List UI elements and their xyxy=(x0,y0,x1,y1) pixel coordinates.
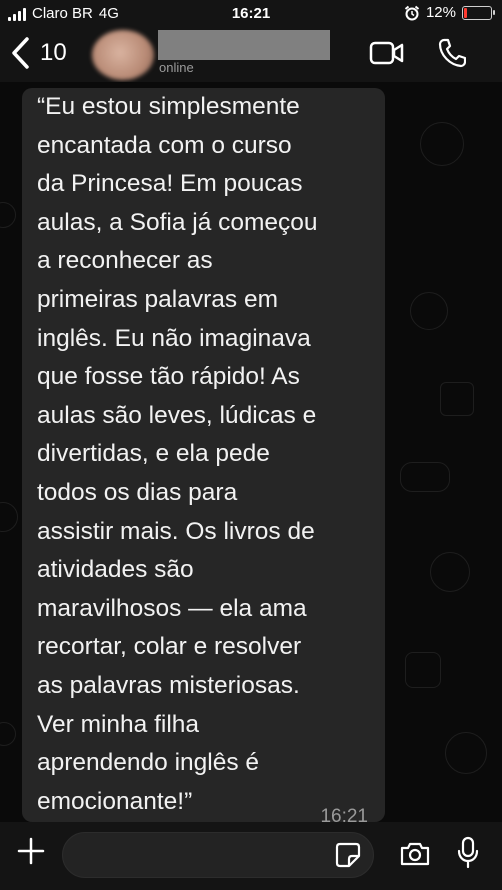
wallpaper-doodle xyxy=(0,202,16,228)
sticker-button[interactable] xyxy=(335,842,361,873)
camera-button[interactable] xyxy=(399,841,431,872)
contact-status: online xyxy=(159,60,194,75)
video-camera-icon xyxy=(369,41,404,65)
wallpaper-doodle xyxy=(440,382,474,416)
phone-icon xyxy=(438,38,467,68)
status-bar: Claro BR 4G 16:21 12% xyxy=(0,0,502,28)
unread-count: 10 xyxy=(40,39,67,66)
attach-button[interactable] xyxy=(16,836,46,871)
alarm-icon xyxy=(404,5,420,20)
sticker-icon xyxy=(335,842,361,868)
message-time: 16:21 xyxy=(320,806,368,822)
camera-icon xyxy=(400,842,430,866)
microphone-icon xyxy=(457,836,479,869)
status-right: 12% xyxy=(404,4,495,21)
voice-call-button[interactable] xyxy=(438,38,467,73)
back-button[interactable]: 10 xyxy=(10,36,67,70)
contact-name[interactable] xyxy=(158,30,330,60)
battery-percent: 12% xyxy=(425,4,456,21)
avatar[interactable] xyxy=(92,30,154,80)
wallpaper-doodle xyxy=(445,732,487,774)
chat-area[interactable]: “Eu estou simplesmente encantada com o c… xyxy=(0,82,502,822)
wallpaper-doodle xyxy=(420,122,464,166)
wallpaper-doodle xyxy=(405,652,441,688)
wallpaper-doodle xyxy=(0,722,16,746)
message-input[interactable] xyxy=(62,832,374,878)
input-bar xyxy=(0,822,502,890)
video-call-button[interactable] xyxy=(369,40,405,71)
wallpaper-doodle xyxy=(0,502,18,532)
message-text: “Eu estou simplesmente encantada com o c… xyxy=(37,93,318,815)
battery-level xyxy=(464,7,467,18)
back-chevron-icon xyxy=(12,37,29,69)
battery-icon xyxy=(462,5,495,20)
chat-header: 10 online xyxy=(0,28,502,82)
wallpaper-doodle xyxy=(410,292,448,330)
wallpaper-doodle xyxy=(400,462,450,492)
message-bubble[interactable]: “Eu estou simplesmente encantada com o c… xyxy=(22,88,385,822)
plus-icon xyxy=(17,837,45,865)
wallpaper-doodle xyxy=(430,552,470,592)
microphone-button[interactable] xyxy=(456,836,480,875)
